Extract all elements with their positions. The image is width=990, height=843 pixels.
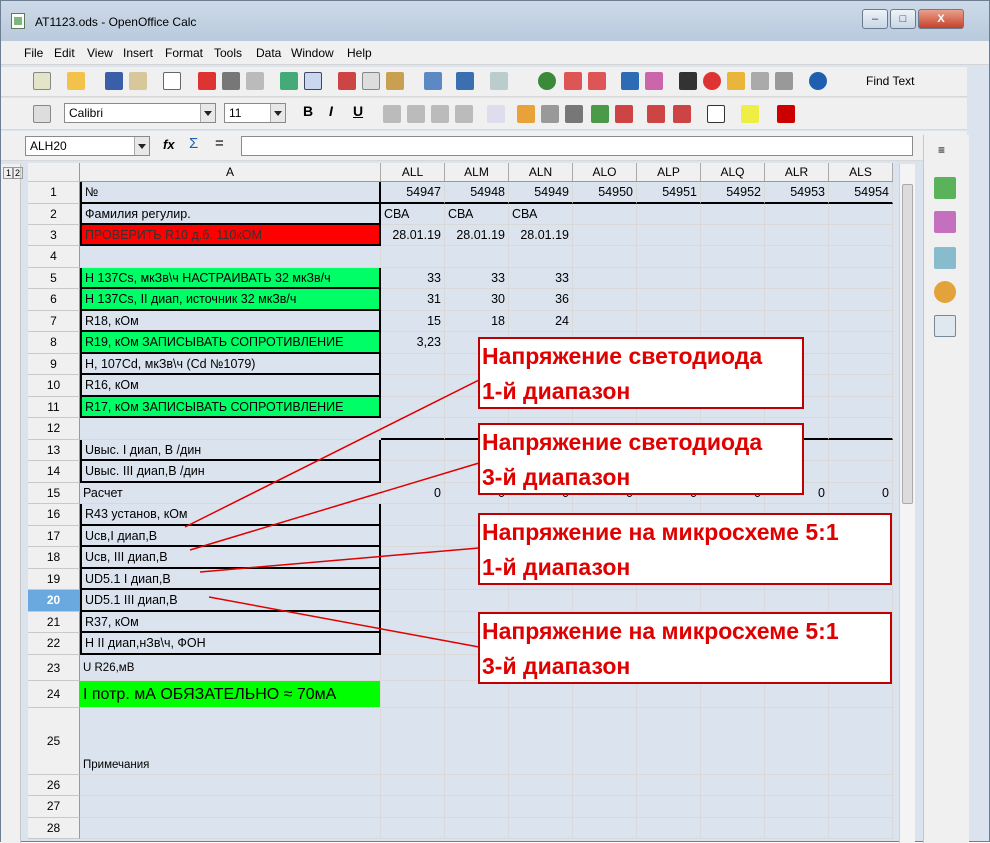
callout-line-2: 3-й диапазон xyxy=(482,464,631,490)
callout-led-range-1: Напряжение светодиода 1-й диапазон xyxy=(478,337,804,409)
callout-line-2: 3-й диапазон xyxy=(482,653,631,679)
callout-line-2: 1-й диапазон xyxy=(482,378,631,404)
callout-chip-range-3: Напряжение на микросхеме 5:1 3-й диапазо… xyxy=(478,612,892,684)
arrow-line xyxy=(208,596,480,648)
callout-line-1: Напряжение светодиода xyxy=(482,429,763,455)
callout-chip-range-1: Напряжение на микросхеме 5:1 1-й диапазо… xyxy=(478,513,892,585)
arrow-line xyxy=(184,379,480,528)
callout-line-1: Напряжение на микросхеме 5:1 xyxy=(482,519,839,545)
callout-arrows xyxy=(184,379,480,648)
callout-line-2: 1-й диапазон xyxy=(482,554,631,580)
callout-line-1: Напряжение светодиода xyxy=(482,343,763,369)
callout-led-range-3: Напряжение светодиода 3-й диапазон xyxy=(478,423,804,495)
arrow-line xyxy=(189,462,480,551)
callout-line-1: Напряжение на микросхеме 5:1 xyxy=(482,618,839,644)
arrow-line xyxy=(199,547,480,573)
